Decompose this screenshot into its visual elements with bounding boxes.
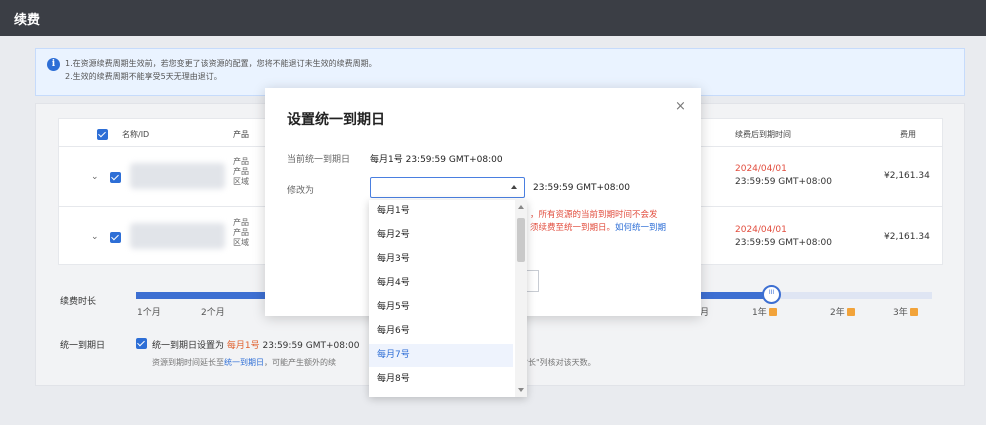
duration-slider-track[interactable]	[136, 292, 278, 299]
dropdown-option[interactable]: 每月5号	[369, 296, 513, 319]
dropdown-option[interactable]: 每月3号	[369, 248, 513, 271]
tick-1-year[interactable]: 1年	[752, 305, 777, 318]
page-title: 续费	[14, 13, 41, 28]
resource-name-redacted	[130, 163, 225, 189]
modify-label: 修改为	[287, 186, 315, 196]
scroll-up-icon[interactable]	[518, 205, 524, 209]
close-icon[interactable]: ×	[675, 99, 686, 114]
row-checkbox[interactable]	[110, 172, 121, 183]
unified-expiry-note-tail: 时长"列核对该天数。	[520, 358, 596, 367]
unified-expiry-link[interactable]: 统一到期日	[224, 358, 264, 367]
col-fee: 费用	[900, 130, 916, 139]
expand-chevron-icon[interactable]: ⌄	[91, 232, 99, 242]
unified-expiry-note: 资源到期时间延长至统一到期日，可能产生额外的续	[152, 358, 336, 367]
unified-expiry-text: 统一到期日设置为 每月1号 23:59:59 GMT+08:00	[152, 341, 360, 351]
scrollbar-thumb[interactable]	[517, 218, 525, 262]
unified-expiry-label: 统一到期日	[60, 341, 106, 351]
time-suffix: 23:59:59 GMT+08:00	[533, 183, 630, 193]
dropdown-option[interactable]: 每月2号	[369, 224, 513, 247]
top-bar: 续费	[0, 0, 986, 36]
col-product: 产品	[233, 130, 249, 139]
duration-slider-track[interactable]	[772, 292, 932, 299]
fee-value: ¥2,161.34	[884, 171, 930, 181]
caret-up-icon	[511, 185, 517, 189]
tick-3-years[interactable]: 3年	[893, 305, 918, 318]
tick-2-months[interactable]: 2个月	[201, 305, 225, 318]
dropdown-scrollbar[interactable]	[515, 200, 527, 397]
fee-value: ¥2,161.34	[884, 232, 930, 242]
scroll-down-icon[interactable]	[518, 388, 524, 392]
product-cell: 产品 产品 区域	[233, 218, 249, 247]
select-all-checkbox[interactable]	[97, 129, 108, 140]
warning-line-1: ，所有资源的当前到期时间不会发	[530, 210, 658, 220]
notice-line-1: 1.在资源续费周期生效前，若您变更了该资源的配置，您将不能退订未生效的续费周期。	[65, 59, 377, 68]
duration-label: 续费时长	[60, 297, 97, 307]
notice-line-2: 2.生效的续费周期不能享受5天无理由退订。	[65, 72, 222, 81]
expiry-time: 23:59:59 GMT+08:00	[735, 238, 832, 248]
discount-badge-icon	[909, 308, 918, 316]
current-expiry-label: 当前统一到期日	[287, 155, 351, 165]
row-checkbox[interactable]	[110, 232, 121, 243]
dropdown-option[interactable]: 每月1号	[369, 200, 513, 223]
duration-slider-track[interactable]	[700, 292, 770, 299]
unified-expiry-checkbox[interactable]	[136, 338, 147, 349]
dropdown-option-highlighted[interactable]: 每月7号	[369, 344, 513, 367]
dropdown-option[interactable]: 每月8号	[369, 368, 513, 391]
tick-month[interactable]: 月	[700, 305, 709, 318]
expiry-date: 2024/04/01	[735, 164, 787, 174]
tick-1-month[interactable]: 1个月	[137, 305, 161, 318]
tick-2-years[interactable]: 2年	[830, 305, 855, 318]
duration-slider-handle[interactable]	[762, 285, 781, 304]
expiry-day-select[interactable]	[370, 177, 525, 198]
expiry-day-dropdown: 每月1号 每月2号 每月3号 每月4号 每月5号 每月6号 每月7号 每月8号	[369, 200, 527, 397]
dropdown-option[interactable]: 每月6号	[369, 320, 513, 343]
col-expiry: 续费后到期时间	[735, 130, 791, 139]
current-expiry-value: 每月1号 23:59:59 GMT+08:00	[370, 155, 503, 165]
info-icon: i	[47, 58, 60, 71]
resource-name-redacted	[130, 223, 225, 249]
how-to-unify-link[interactable]: 如何统一到期	[615, 223, 666, 233]
discount-badge-icon	[768, 308, 777, 316]
dropdown-option[interactable]: 每月4号	[369, 272, 513, 295]
expand-chevron-icon[interactable]: ⌄	[91, 172, 99, 182]
discount-badge-icon	[846, 308, 855, 316]
dialog-title: 设置统一到期日	[287, 112, 385, 128]
warning-line-2: 须续费至统一到期日。如何统一到期	[530, 223, 667, 233]
expiry-time: 23:59:59 GMT+08:00	[735, 177, 832, 187]
expiry-date: 2024/04/01	[735, 225, 787, 235]
product-cell: 产品 产品 区域	[233, 157, 249, 186]
col-name: 名称/ID	[122, 130, 150, 139]
